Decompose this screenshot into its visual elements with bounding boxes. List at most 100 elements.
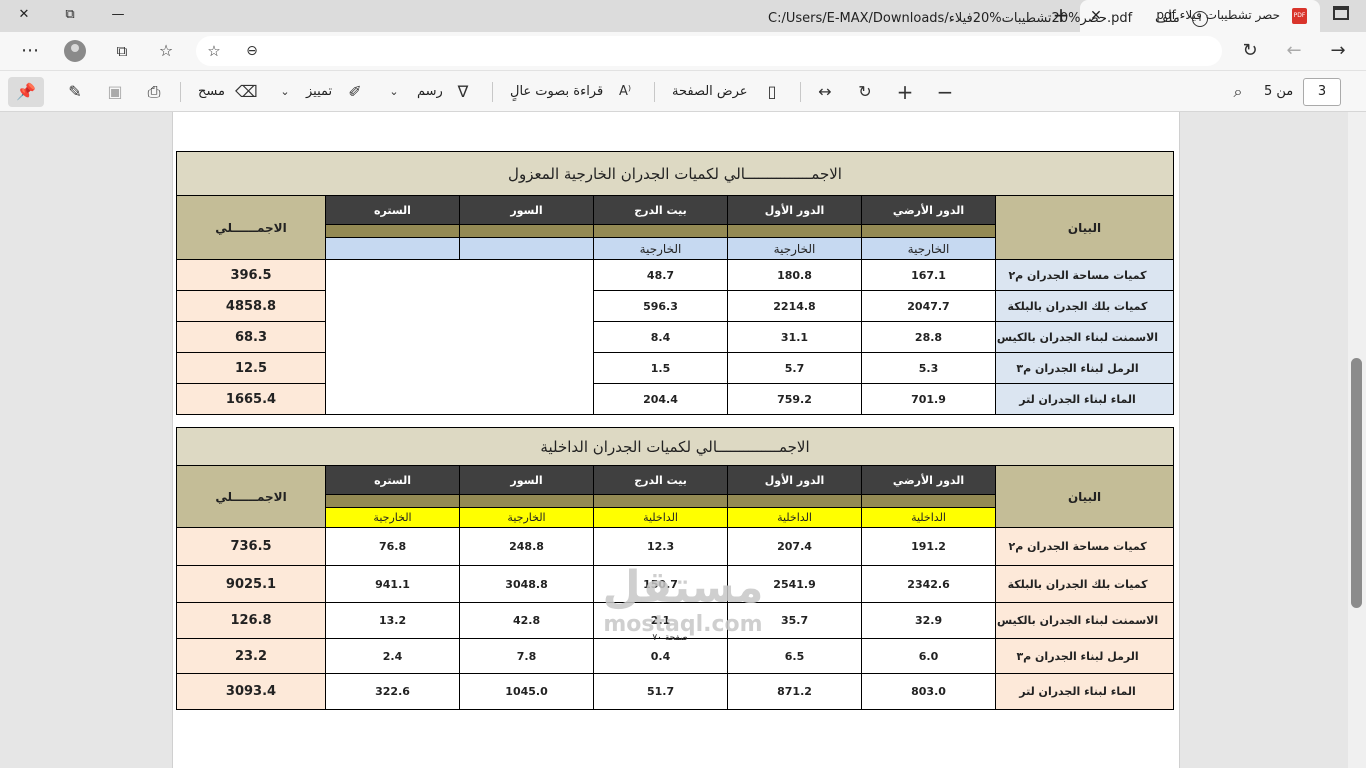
cell-value: 759.2	[727, 383, 862, 415]
column-header: الدور الأول	[727, 465, 863, 495]
more-icon[interactable]: ⋯	[18, 40, 42, 62]
refresh-icon[interactable]: ↻	[1238, 40, 1262, 62]
info-icon[interactable]: i	[1192, 11, 1208, 27]
watermark-arabic: مستقل	[602, 562, 764, 613]
cell-value: 322.6	[325, 673, 461, 710]
mostaql-watermark: مستقل mostaql.com	[598, 563, 768, 637]
url-text[interactable]: C:/Users/E-MAX/Downloads/حصر%20تشطيبات%2…	[768, 11, 1132, 26]
cell-value: 803.0	[861, 673, 997, 710]
profile-avatar[interactable]	[64, 40, 86, 62]
row-label: الاسمنت لبناء الجدران بالكيس	[995, 321, 1174, 353]
draw-icon[interactable]: ∇	[452, 81, 474, 103]
forward-icon[interactable]: ←	[1282, 40, 1306, 62]
cell-value: 180.8	[727, 259, 862, 291]
total-header: الاجمــــــلي	[176, 195, 326, 260]
cell-value: 32.9	[861, 602, 997, 639]
external-walls-table: الاجمـــــــــــــــالي لكميات الجدران ا…	[176, 151, 1174, 415]
row-label: كميات بلك الجدران بالبلكة	[995, 290, 1174, 322]
olive-band	[459, 494, 595, 508]
table-title: الاجمــــــــــــــالي لكميات الجدران ال…	[175, 427, 1175, 466]
column-header: بيت الدرج	[593, 465, 729, 495]
cell-value: 76.8	[325, 527, 461, 566]
search-icon[interactable]: ⌕	[1227, 81, 1249, 103]
add-favorite-icon[interactable]: ☆	[202, 40, 226, 62]
cell-value: 2214.8	[727, 290, 862, 322]
highlight-icon[interactable]: ✐	[344, 81, 366, 103]
empty-block	[325, 259, 594, 415]
row-total: 1665.4	[176, 383, 326, 415]
row-label: كميات مساحة الجدران م٢	[995, 527, 1175, 566]
cell-value: 167.1	[861, 259, 996, 291]
read-aloud-button[interactable]: قراءة بصوت عالٍ	[510, 80, 603, 104]
bayan-header: البيان	[995, 195, 1174, 260]
column-header: السور	[459, 465, 595, 495]
restore-icon[interactable]: ⧉	[58, 4, 82, 26]
fit-page-icon[interactable]: ↔	[814, 81, 836, 103]
cell-value: 6.5	[727, 638, 863, 674]
page-number-input[interactable]: 3	[1303, 78, 1341, 106]
browser-menu-icon[interactable]	[1333, 6, 1349, 20]
chevron-down-icon[interactable]: ⌄	[383, 81, 405, 103]
row-total: 9025.1	[175, 565, 327, 603]
cell-value: 7.8	[459, 638, 595, 674]
cell-value: 8.4	[593, 321, 728, 353]
table-title: الاجمـــــــــــــــالي لكميات الجدران ا…	[176, 151, 1174, 196]
cell-value: 1045.0	[459, 673, 595, 710]
row-total: 12.5	[176, 352, 326, 384]
row-total: 68.3	[176, 321, 326, 353]
row-total: 126.8	[175, 602, 327, 639]
cell-value: 5.7	[727, 352, 862, 384]
row-label: كميات مساحة الجدران م٢	[995, 259, 1174, 291]
table-row: الرمل لبناء الجدران م٣ 6.0 6.5 0.4 7.8 2…	[175, 638, 1175, 674]
cell-value: 2.4	[325, 638, 461, 674]
cell-value: 0.4	[593, 638, 729, 674]
olive-band	[593, 494, 729, 508]
olive-band	[727, 224, 862, 238]
page-view-button[interactable]: عرض الصفحة	[672, 80, 748, 104]
back-icon[interactable]: →	[1326, 40, 1350, 62]
zoom-icon[interactable]: ⊖	[240, 40, 264, 62]
print-icon[interactable]: ⎙	[143, 81, 165, 103]
chevron-down-icon[interactable]: ⌄	[274, 81, 296, 103]
save-icon[interactable]: ▣	[104, 81, 126, 103]
favorites-icon[interactable]: ☆	[154, 40, 178, 62]
page-view-icon[interactable]: ▯	[761, 81, 783, 103]
draw-button[interactable]: رسم	[417, 80, 443, 104]
column-header: الستره	[325, 195, 460, 225]
zoom-in-icon[interactable]: +	[894, 81, 916, 103]
file-label: ملف	[1155, 11, 1180, 26]
olive-band	[861, 494, 997, 508]
address-field[interactable]	[196, 36, 1222, 66]
pdf-toolbar: 📌 ✎ ▣ ⎙ مسح ⌫ ⌄ تمييز ✐ ⌄ رسم ∇ قراءة بص…	[0, 70, 1366, 112]
table-row: كميات مساحة الجدران م٢ 191.2 207.4 12.3 …	[175, 527, 1175, 566]
column-header: الدور الأول	[727, 195, 862, 225]
row-label: الماء لبناء الجدران لتر	[995, 673, 1175, 710]
read-aloud-icon[interactable]: A⁾	[614, 81, 636, 103]
row-label: الرمل لبناء الجدران م٣	[995, 638, 1175, 674]
cell-value: 51.7	[593, 673, 729, 710]
toolbar-divider	[492, 82, 493, 102]
rotate-icon[interactable]: ↻	[854, 81, 876, 103]
cell-value: 31.1	[727, 321, 862, 353]
close-window-icon[interactable]: ✕	[12, 4, 36, 26]
pin-icon[interactable]: 📌	[15, 81, 37, 103]
row-total: 23.2	[175, 638, 327, 674]
collections-icon[interactable]: ⧉	[110, 40, 134, 62]
save-as-icon[interactable]: ✎	[64, 81, 86, 103]
scrollbar-thumb[interactable]	[1351, 358, 1362, 608]
cell-value: 701.9	[861, 383, 996, 415]
sub-header: الخارجية	[727, 237, 862, 260]
toolbar-divider	[654, 82, 655, 102]
cell-value: 2047.7	[861, 290, 996, 322]
highlight-button[interactable]: تمييز	[306, 80, 332, 104]
zoom-out-icon[interactable]: −	[934, 81, 956, 103]
cell-value: 191.2	[861, 527, 997, 566]
sub-header	[325, 237, 460, 260]
column-header: الدور الأرضي	[861, 465, 997, 495]
minimize-icon[interactable]: —	[106, 4, 130, 26]
eraser-icon[interactable]: ⌫	[235, 81, 258, 103]
erase-button[interactable]: مسح	[198, 80, 225, 104]
cell-value: 28.8	[861, 321, 996, 353]
column-header: الستره	[325, 465, 461, 495]
bayan-header: البيان	[995, 465, 1175, 528]
